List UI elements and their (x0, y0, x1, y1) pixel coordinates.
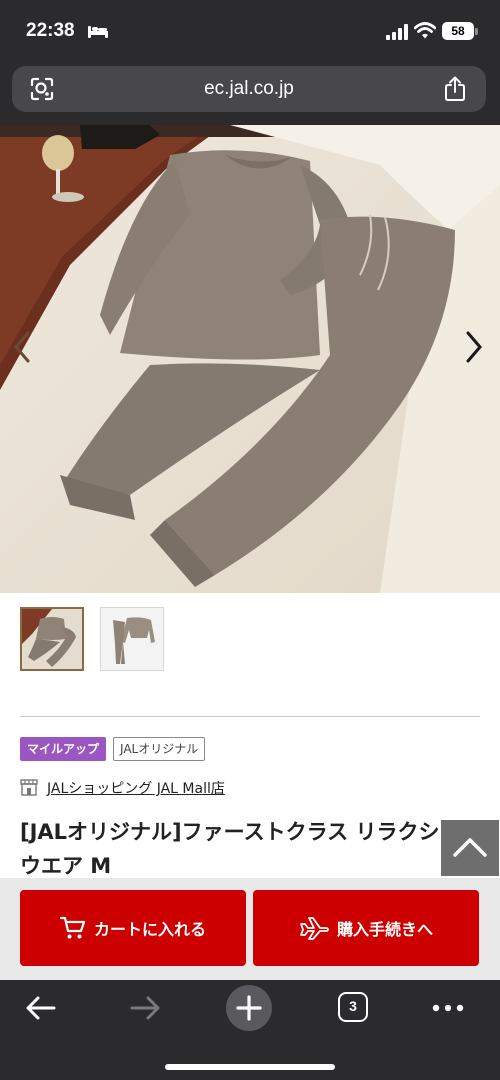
add-to-cart-label: カートに入れる (93, 920, 206, 939)
battery-tip (475, 28, 478, 35)
add-to-cart-button[interactable]: カートに入れる (20, 890, 246, 966)
checkout-button[interactable]: 購入手続きへ (253, 890, 479, 966)
original-tag: JALオリジナル (113, 737, 206, 761)
home-indicator (165, 1064, 335, 1070)
shop-link[interactable]: JALショッピング JAL Mall店 (47, 778, 225, 798)
forward-arrow-icon[interactable] (128, 994, 162, 1022)
product-main-image[interactable] (0, 125, 500, 593)
tabs-icon[interactable]: 3 (338, 992, 368, 1022)
plus-icon (236, 995, 262, 1021)
cart-icon (59, 916, 86, 939)
section-divider (20, 716, 480, 717)
more-icon[interactable] (430, 994, 466, 1022)
product-title: [JALオリジナル]ファーストクラス リラクシングウエア M (20, 820, 482, 878)
airplane-icon (300, 917, 329, 940)
chevron-up-icon (453, 838, 487, 857)
product-photo (0, 125, 500, 593)
thumbnail-2-image (101, 608, 163, 670)
back-arrow-icon[interactable] (24, 994, 58, 1022)
url-bar[interactable]: ec.jal.co.jp (12, 66, 486, 112)
new-tab-button[interactable] (226, 985, 272, 1031)
thumbnail-2[interactable] (100, 607, 164, 671)
chevron-right-icon[interactable] (462, 330, 486, 364)
scroll-to-top-button[interactable] (441, 820, 499, 876)
status-time: 22:38 (26, 20, 75, 41)
thumbnail-1[interactable] (20, 607, 84, 671)
bed-icon (88, 26, 108, 38)
signal-icon (386, 24, 408, 40)
status-bar: 22:38 58 (0, 0, 500, 62)
browser-top-chrome: 22:38 58 ec.jal.co.jp (0, 0, 500, 125)
thumbnail-1-image (22, 609, 82, 669)
action-bar: カートに入れる 購入手続きへ (0, 878, 500, 980)
checkout-label: 購入手続きへ (336, 920, 433, 939)
share-icon[interactable] (444, 76, 466, 102)
chevron-left-icon[interactable] (10, 330, 34, 364)
url-text[interactable]: ec.jal.co.jp (12, 66, 486, 112)
shop-icon (20, 779, 38, 796)
wifi-icon (414, 22, 436, 39)
mileup-tag: マイルアップ (20, 737, 107, 761)
browser-toolbar: 3 (0, 980, 500, 1080)
battery-icon: 58 (442, 22, 474, 40)
